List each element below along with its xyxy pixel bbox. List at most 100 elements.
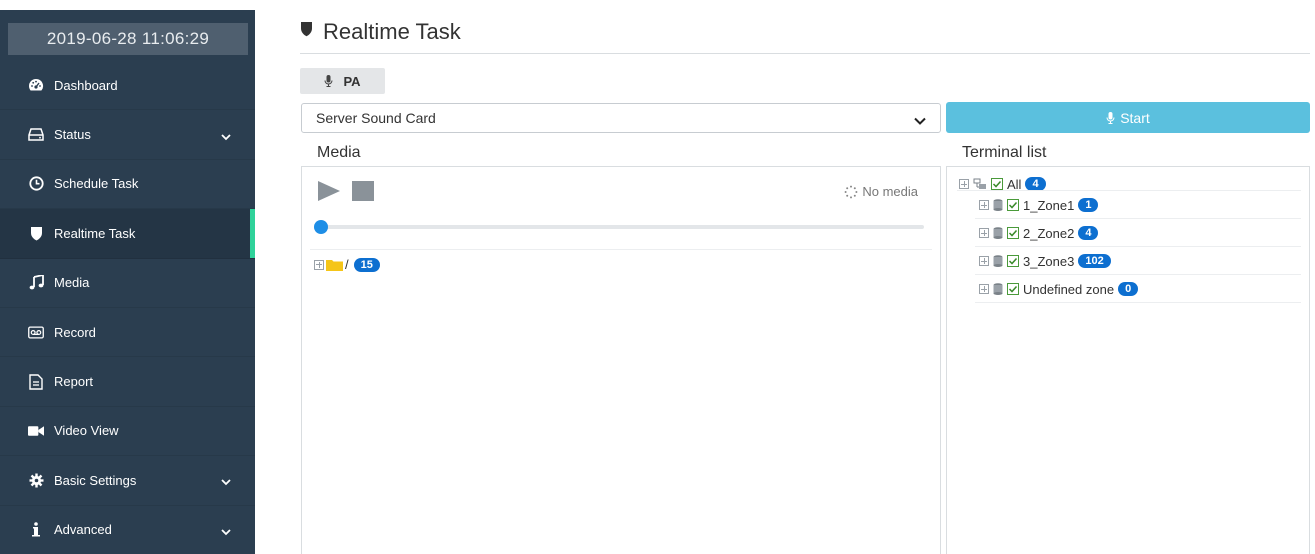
group-icon: [973, 178, 987, 190]
sidebar-item-label: Dashboard: [54, 77, 118, 93]
chevron-down-icon[interactable]: [221, 525, 231, 535]
spinner-icon: [844, 185, 858, 199]
checkbox-zone[interactable]: [1007, 227, 1019, 239]
music-icon: [28, 275, 44, 291]
sidebar-item-label: Media: [54, 275, 90, 291]
tree-label: 1_Zone1: [1023, 197, 1075, 213]
sidebar-item-label: Record: [54, 324, 96, 340]
shield-icon: [300, 21, 313, 42]
folder-row[interactable]: / 15: [314, 257, 380, 272]
divider: [310, 249, 932, 250]
count-badge: 4: [1025, 177, 1046, 191]
stop-button[interactable]: [352, 181, 374, 201]
checkbox-zone[interactable]: [1007, 199, 1019, 211]
divider: [975, 274, 1301, 275]
expand-icon[interactable]: [979, 256, 989, 266]
sidebar-item-record[interactable]: Record: [0, 308, 255, 358]
sidebar: 2019-06-28 11:06:29 Dashboard Status Sch…: [0, 0, 255, 554]
shield-icon: [28, 225, 44, 241]
terminal-section-label: Terminal list: [962, 144, 1047, 161]
media-section-label: Media: [317, 144, 361, 161]
clock-icon: [28, 176, 44, 192]
expand-icon[interactable]: [979, 284, 989, 294]
divider: [975, 218, 1301, 219]
sidebar-top-strip: [0, 0, 255, 10]
sidebar-item-label: Status: [54, 127, 91, 143]
start-button-label: Start: [1120, 109, 1150, 126]
folder-count-badge: 15: [353, 257, 380, 272]
sidebar-item-label: Realtime Task: [54, 225, 136, 241]
sidebar-item-realtime-task[interactable]: Realtime Task: [0, 209, 255, 259]
tree-label: 3_Zone3: [1023, 253, 1075, 269]
sidebar-item-schedule-task[interactable]: Schedule Task: [0, 160, 255, 210]
tree-label: Undefined zone: [1023, 281, 1115, 297]
database-icon: [993, 199, 1003, 211]
app-root: 2019-06-28 11:06:29 Dashboard Status Sch…: [0, 0, 1315, 554]
count-badge: 102: [1078, 254, 1111, 268]
count-badge: 0: [1118, 282, 1139, 296]
sidebar-item-label: Report: [54, 374, 94, 390]
expand-icon[interactable]: [959, 179, 969, 189]
datetime-display: 2019-06-28 11:06:29: [8, 23, 248, 55]
microphone-icon: [1106, 111, 1115, 124]
count-badge: 4: [1078, 226, 1099, 240]
checkbox-zone[interactable]: [1007, 255, 1019, 267]
sidebar-item-advanced[interactable]: Advanced: [0, 506, 255, 554]
media-status-text: No media: [862, 184, 918, 199]
sidebar-nav: Dashboard Status Schedule Task Realtime …: [0, 61, 255, 554]
voicemail-icon: [28, 324, 44, 340]
tree-label: 2_Zone2: [1023, 225, 1075, 241]
main-content: Realtime Task PA Server Sound Card Start…: [270, 0, 1310, 554]
divider: [957, 190, 1301, 191]
count-badge: 1: [1078, 198, 1099, 212]
sidebar-item-report[interactable]: Report: [0, 357, 255, 407]
page-header: Realtime Task: [300, 10, 1310, 54]
chevron-down-icon[interactable]: [221, 130, 231, 140]
progress-knob[interactable]: [314, 220, 328, 234]
file-text-icon: [28, 373, 44, 390]
database-icon: [993, 227, 1003, 239]
checkbox-all[interactable]: [991, 178, 1003, 190]
sidebar-item-label: Basic Settings: [54, 472, 137, 488]
media-status: No media: [844, 184, 918, 199]
sound-source-select[interactable]: Server Sound Card: [301, 103, 941, 133]
sidebar-item-video-view[interactable]: Video View: [0, 407, 255, 457]
database-icon: [993, 283, 1003, 295]
terminal-panel: All 4 1_Zone1 1 2_Zone2 4 3_Zone3 102 Un…: [946, 166, 1310, 554]
tree-zone-undefined[interactable]: Undefined zone 0: [979, 278, 1139, 300]
folder-icon: [326, 258, 343, 271]
tree-zone-3[interactable]: 3_Zone3 102: [979, 250, 1111, 272]
microphone-icon: [324, 75, 333, 87]
playback-progress[interactable]: [314, 220, 924, 234]
gear-icon: [28, 472, 44, 488]
sidebar-item-label: Video View: [54, 423, 119, 439]
hdd-icon: [28, 127, 44, 143]
tree-zone-1[interactable]: 1_Zone1 1: [979, 194, 1099, 216]
divider: [975, 246, 1301, 247]
tab-pa[interactable]: PA: [300, 68, 385, 94]
sidebar-item-status[interactable]: Status: [0, 110, 255, 160]
start-button[interactable]: Start: [946, 102, 1310, 133]
page-title: Realtime Task: [323, 18, 461, 44]
expand-icon[interactable]: [979, 228, 989, 238]
video-camera-icon: [28, 423, 44, 439]
expand-icon[interactable]: [979, 200, 989, 210]
folder-name: /: [345, 257, 349, 272]
database-icon: [993, 255, 1003, 267]
media-panel: No media / 15: [301, 166, 941, 554]
sidebar-item-media[interactable]: Media: [0, 259, 255, 308]
divider: [975, 302, 1301, 303]
sidebar-item-label: Advanced: [54, 522, 112, 538]
checkbox-zone[interactable]: [1007, 283, 1019, 295]
play-button[interactable]: [318, 181, 340, 201]
sidebar-item-dashboard[interactable]: Dashboard: [0, 61, 255, 111]
sidebar-item-label: Schedule Task: [54, 176, 139, 192]
info-icon: [28, 522, 44, 538]
tab-label: PA: [343, 73, 361, 89]
expand-icon[interactable]: [314, 259, 324, 270]
tree-zone-2[interactable]: 2_Zone2 4: [979, 222, 1099, 244]
sidebar-item-basic-settings[interactable]: Basic Settings: [0, 456, 255, 506]
tree-root-all[interactable]: All 4: [959, 173, 1046, 195]
chevron-down-icon[interactable]: [221, 475, 231, 486]
dashboard-icon: [28, 77, 44, 93]
